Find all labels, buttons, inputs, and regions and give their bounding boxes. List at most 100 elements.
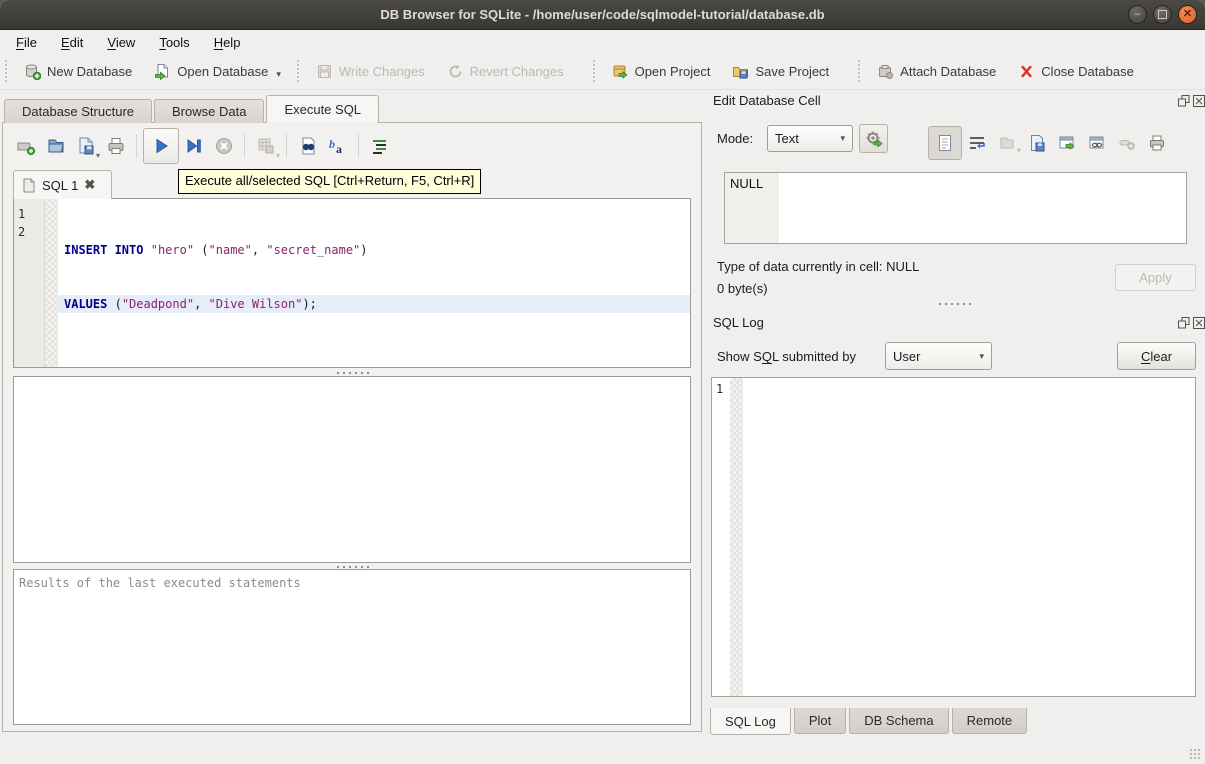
toolbar-drag-handle[interactable] [858, 60, 861, 82]
close-sql-tab-icon[interactable]: ✖ [84, 177, 95, 193]
format-sql-icon [370, 136, 390, 156]
import-cell-data-button[interactable]: ▾ [992, 129, 1022, 157]
new-database-button[interactable]: New Database [13, 56, 143, 86]
cell-value-area[interactable] [779, 173, 1186, 243]
dock-tab-db-schema[interactable]: DB Schema [849, 708, 948, 734]
results-grid-pane[interactable] [13, 376, 691, 563]
save-project-button[interactable]: Save Project [721, 56, 840, 86]
save-cell-data-button[interactable] [1022, 129, 1052, 157]
execute-all-button[interactable] [143, 128, 179, 164]
auto-apply-icon [865, 130, 883, 148]
export-results-button[interactable]: ▾ [251, 130, 281, 162]
dock-splitter[interactable] [711, 301, 1196, 307]
execute-sql-panel: ▾ [2, 122, 702, 732]
save-project-icon [732, 63, 749, 80]
attach-database-button[interactable]: Attach Database [866, 56, 1007, 86]
find-icon [298, 136, 318, 156]
autocomplete-icon: b a [328, 136, 348, 156]
edit-cell-title: Edit Database Cell [713, 93, 821, 108]
toolbar-drag-handle[interactable] [593, 60, 596, 82]
log-text-area[interactable] [743, 378, 1195, 696]
revert-changes-button[interactable]: Revert Changes [436, 56, 575, 86]
sql-document-tab[interactable]: SQL 1 ✖ [13, 170, 112, 199]
close-panel-icon[interactable] [1193, 317, 1205, 329]
minimize-button[interactable]: – [1128, 5, 1147, 24]
tab-browse-data[interactable]: Browse Data [154, 99, 264, 123]
print-cell-button[interactable] [1142, 129, 1172, 157]
close-button[interactable]: ✕ [1178, 5, 1197, 24]
mode-combobox[interactable]: Text▾ [767, 125, 853, 152]
main-toolbar: New Database Open Database ▾ Write Chang… [0, 53, 1205, 90]
sql-log-title: SQL Log [713, 315, 764, 330]
dock-tab-bar: SQL Log Plot DB Schema Remote [710, 708, 1027, 735]
text-mode-button[interactable] [928, 126, 962, 160]
execute-line-icon [184, 136, 204, 156]
sql-toolbar-separator [358, 134, 360, 158]
dock-tab-sql-log[interactable]: SQL Log [710, 708, 791, 735]
toolbar-separator [297, 60, 300, 82]
find-button[interactable] [293, 130, 323, 162]
cell-editor-toolbar: ▾ [928, 126, 1172, 160]
clear-log-button[interactable]: Clear [1117, 342, 1196, 370]
chevron-down-icon: ▾ [979, 351, 984, 362]
titlebar: DB Browser for SQLite - /home/user/code/… [0, 0, 1205, 30]
tab-execute-sql[interactable]: Execute SQL [266, 95, 379, 123]
dock-tab-remote[interactable]: Remote [952, 708, 1028, 734]
resize-grip[interactable] [1189, 748, 1201, 760]
save-dropdown-arrow[interactable]: ▾ [96, 151, 100, 160]
open-sql-tab-button[interactable] [11, 130, 41, 162]
close-database-button[interactable]: Close Database [1007, 56, 1145, 86]
open-sql-file-button[interactable] [41, 130, 71, 162]
results-message-pane[interactable]: Results of the last executed statements [13, 569, 691, 725]
write-changes-icon [316, 63, 333, 80]
open-project-button[interactable]: Open Project [601, 56, 722, 86]
dock-tab-plot[interactable]: Plot [794, 708, 846, 734]
execute-line-button[interactable] [179, 130, 209, 162]
log-line-number: 1 [712, 378, 730, 696]
sql-code-area[interactable]: INSERT INTO "hero" ("name", "secret_name… [58, 199, 690, 367]
log-fold-margin [730, 378, 743, 696]
open-database-icon [154, 63, 171, 80]
write-changes-button[interactable]: Write Changes [305, 56, 436, 86]
set-null-icon [1118, 134, 1136, 152]
menu-bar: File Edit View Tools Help [0, 31, 1205, 53]
float-panel-icon[interactable] [1178, 317, 1190, 329]
open-database-button[interactable]: Open Database ▾ [143, 56, 292, 86]
print-sql-button[interactable] [101, 130, 131, 162]
sql-editor[interactable]: 1 2 INSERT INTO "hero" ("name", "secret_… [13, 198, 691, 368]
sql-toolbar-separator [286, 134, 288, 158]
word-wrap-button[interactable] [962, 129, 992, 157]
export-cell-icon [1058, 134, 1076, 152]
sql-log-view[interactable]: 1 [711, 377, 1196, 697]
save-sql-file-button[interactable]: ▾ [71, 130, 101, 162]
apply-button[interactable]: Apply [1115, 264, 1196, 291]
results-placeholder: Results of the last executed statements [14, 570, 690, 590]
toolbar-drag-handle[interactable] [5, 60, 8, 82]
menu-edit[interactable]: Edit [49, 33, 95, 52]
link-icon [1088, 134, 1106, 152]
maximize-button[interactable] [1153, 5, 1172, 24]
menu-help[interactable]: Help [202, 33, 253, 52]
auto-apply-button[interactable] [859, 124, 888, 153]
open-project-icon [612, 63, 629, 80]
menu-view[interactable]: View [95, 33, 147, 52]
svg-text:a: a [336, 142, 342, 156]
autocomplete-button[interactable]: b a [323, 130, 353, 162]
copy-cell-link-button[interactable] [1082, 129, 1112, 157]
log-source-combobox[interactable]: User▾ [885, 342, 992, 370]
tab-database-structure[interactable]: Database Structure [4, 99, 152, 123]
stop-icon [214, 136, 234, 156]
export-cell-button[interactable] [1052, 129, 1082, 157]
open-database-dropdown-arrow[interactable]: ▾ [276, 69, 281, 80]
save-cell-icon [1028, 134, 1046, 152]
print-icon [106, 136, 126, 156]
cell-size-info: 0 byte(s) [717, 281, 768, 296]
close-panel-icon[interactable] [1193, 95, 1205, 107]
float-panel-icon[interactable] [1178, 95, 1190, 107]
menu-file[interactable]: File [4, 33, 49, 52]
stop-execution-button[interactable] [209, 130, 239, 162]
format-sql-button[interactable] [365, 130, 395, 162]
set-null-button[interactable] [1112, 129, 1142, 157]
cell-value-editor[interactable]: NULL [724, 172, 1187, 244]
menu-tools[interactable]: Tools [147, 33, 201, 52]
